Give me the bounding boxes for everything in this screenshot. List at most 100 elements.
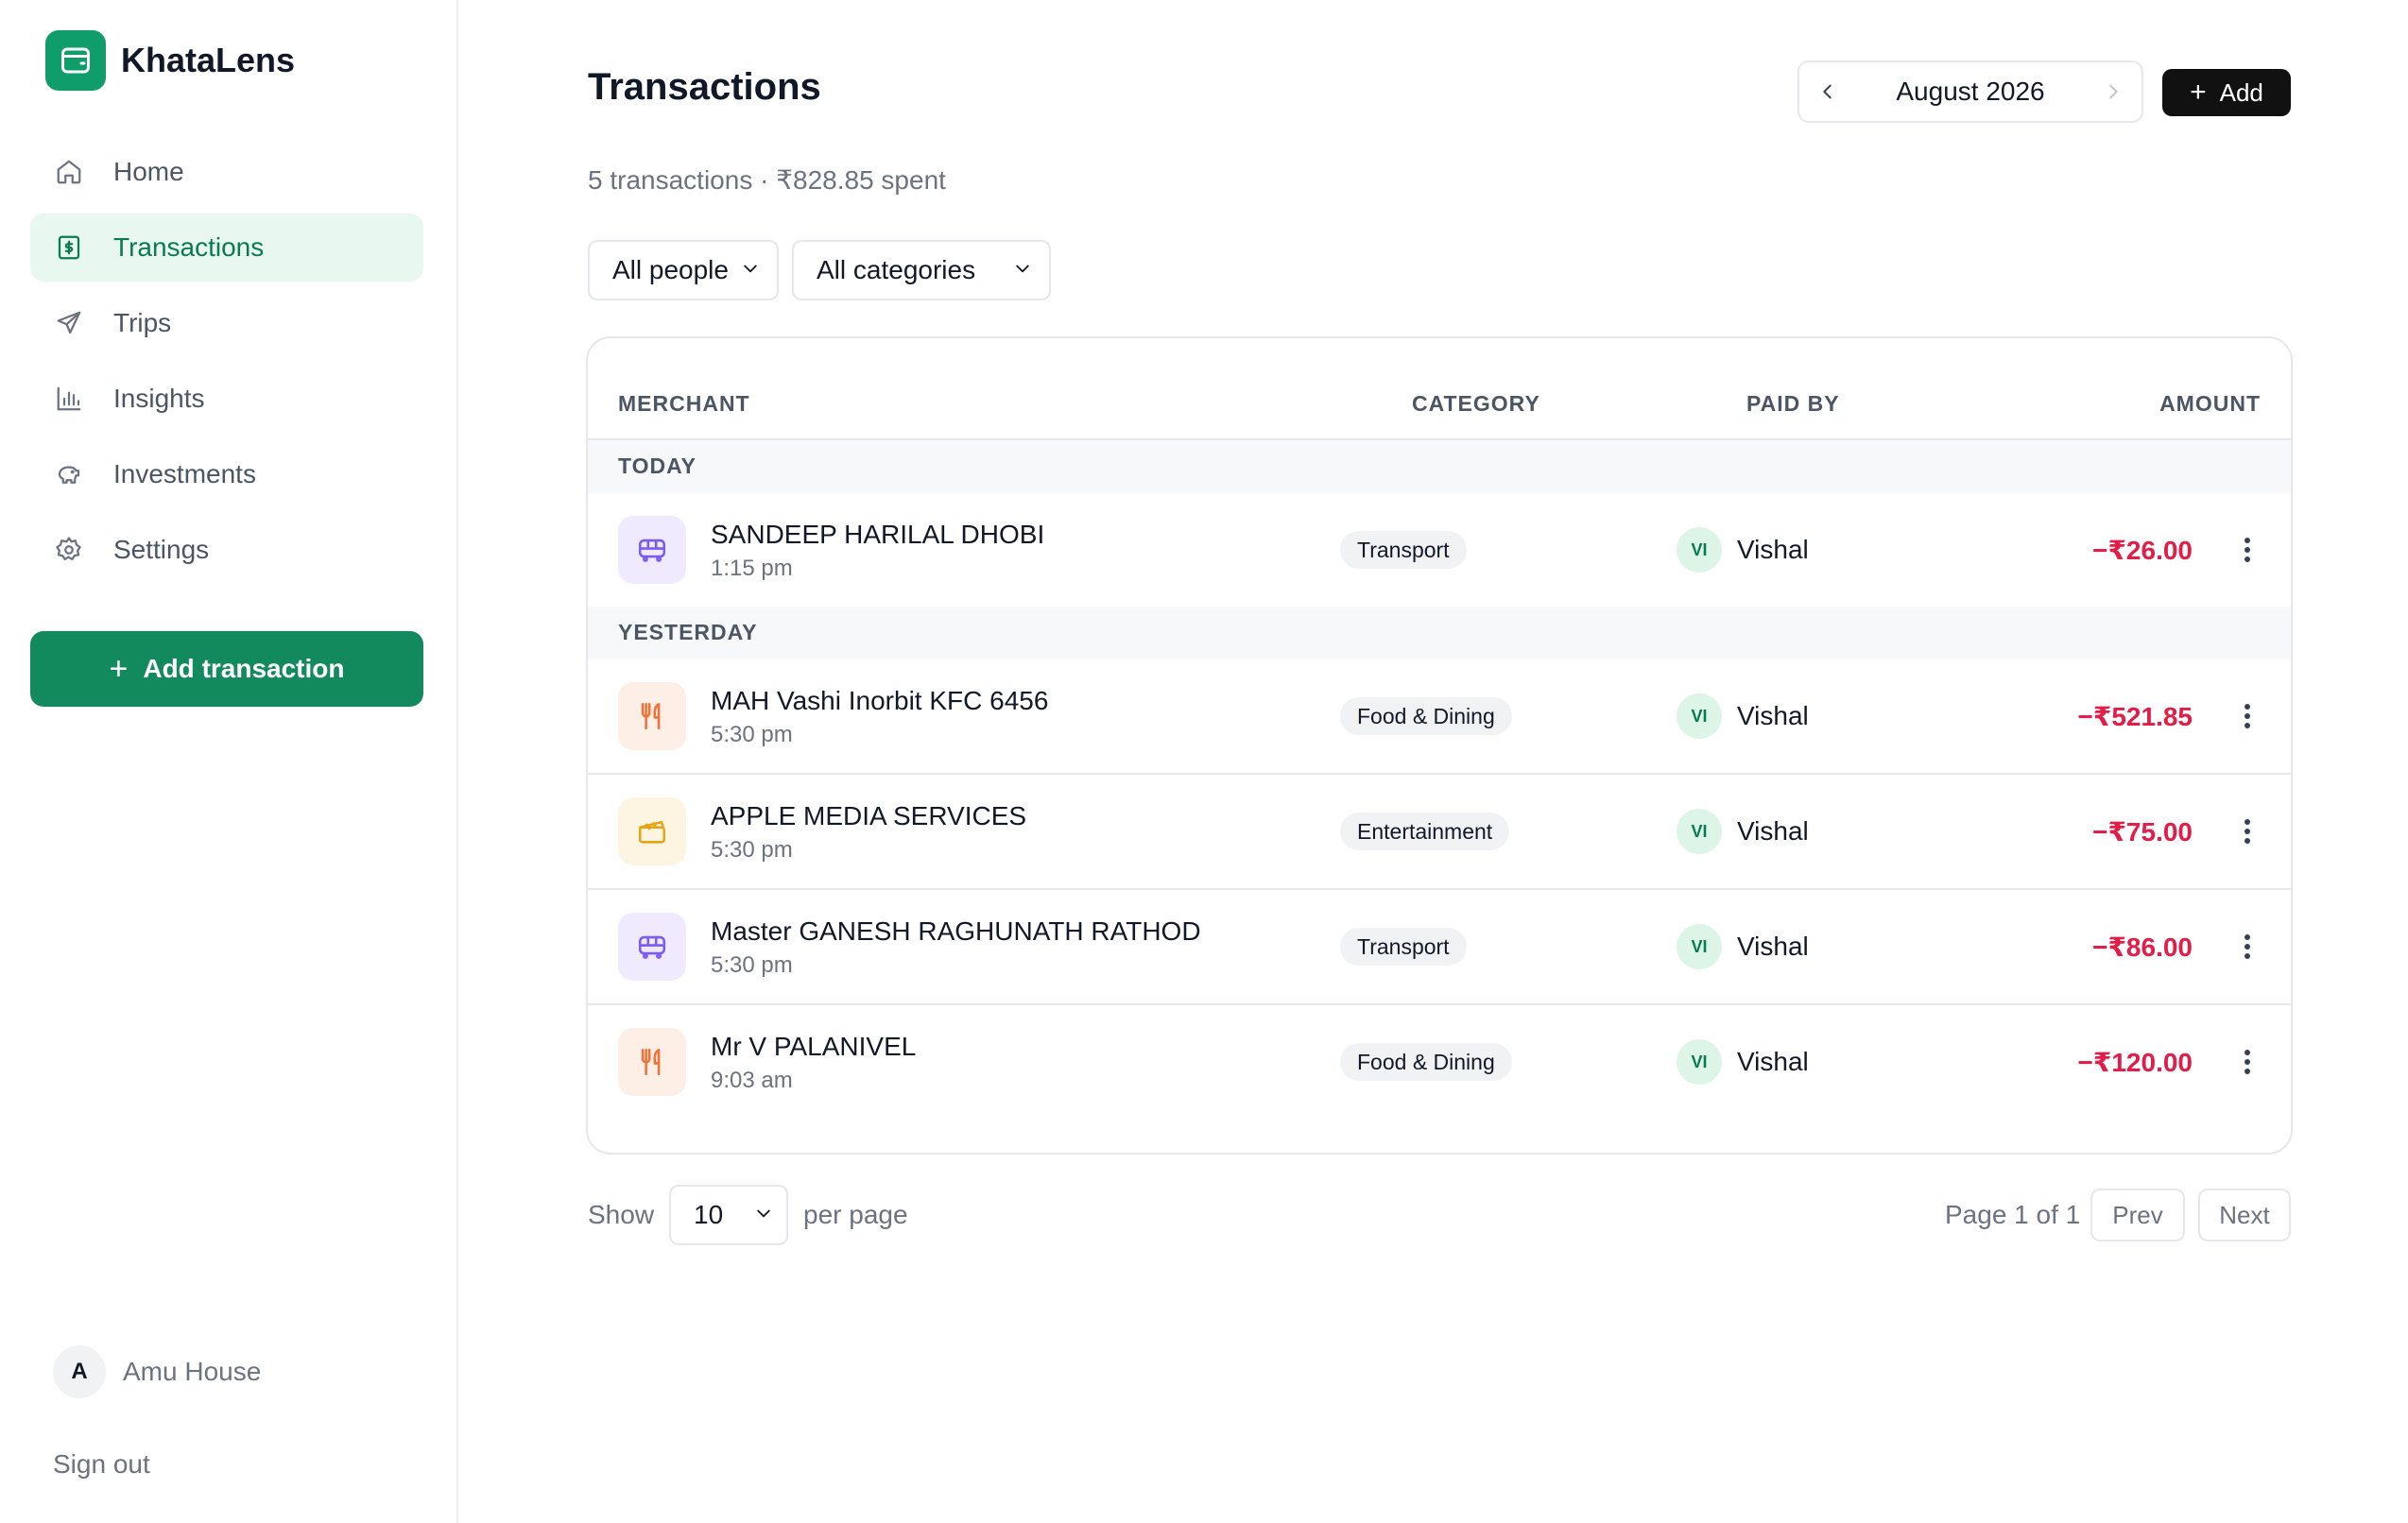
brand[interactable]: KhataLens xyxy=(45,30,295,91)
user-profile[interactable]: A Amu House xyxy=(53,1345,261,1398)
payer-name: Vishal xyxy=(1737,1047,1809,1076)
transaction-amount: −₹120.00 xyxy=(2077,1048,2193,1077)
table-row[interactable]: MAH Vashi Inorbit KFC 6456 5:30 pm Food … xyxy=(588,659,2291,775)
categories-filter-value: All categories xyxy=(817,255,976,284)
paid-by: VI Vishal xyxy=(1677,924,1809,969)
category-badge: Food & Dining xyxy=(1340,1043,1512,1081)
sidebar-item-trips[interactable]: Trips xyxy=(30,289,423,357)
chevron-right-icon[interactable] xyxy=(2085,62,2141,121)
transaction-time: 5:30 pm xyxy=(711,722,793,747)
payer-name: Vishal xyxy=(1737,932,1809,961)
avatar: A xyxy=(53,1345,106,1398)
people-filter-value: All people xyxy=(612,255,729,284)
bar-chart-icon xyxy=(53,383,85,415)
merchant-name: SANDEEP HARILAL DHOBI xyxy=(711,520,1045,549)
show-label: Show xyxy=(588,1200,655,1229)
per-page-value: 10 xyxy=(694,1200,724,1229)
chevron-down-icon xyxy=(1013,259,1032,282)
transaction-time: 5:30 pm xyxy=(711,837,793,863)
table-row[interactable]: Mr V PALANIVEL 9:03 am Food & Dining VI … xyxy=(588,1005,2291,1121)
sidebar-item-investments[interactable]: Investments xyxy=(30,440,423,508)
transaction-time: 5:30 pm xyxy=(711,952,793,978)
transaction-amount: −₹26.00 xyxy=(2092,536,2193,565)
clapperboard-icon xyxy=(618,797,686,865)
more-options-icon[interactable] xyxy=(2236,1043,2259,1081)
chevron-down-icon xyxy=(754,1204,773,1227)
page-title: Transactions xyxy=(588,66,821,108)
transaction-amount: −₹86.00 xyxy=(2092,933,2193,962)
category-badge: Food & Dining xyxy=(1340,697,1512,735)
wallet-icon xyxy=(45,30,106,91)
user-name: Amu House xyxy=(123,1357,262,1386)
sidebar-item-home[interactable]: Home xyxy=(30,138,423,206)
sidebar-item-label: Home xyxy=(113,157,184,186)
payer-name: Vishal xyxy=(1737,701,1809,730)
month-navigator: August 2026 xyxy=(1797,60,2143,123)
sidebar-item-label: Transactions xyxy=(113,232,265,262)
chevron-left-icon[interactable] xyxy=(1799,62,1856,121)
date-group-header: TODAY xyxy=(588,440,2291,493)
more-options-icon[interactable] xyxy=(2236,531,2259,569)
add-button[interactable]: + Add xyxy=(2162,69,2291,116)
paid-by: VI Vishal xyxy=(1677,693,1809,739)
gear-icon xyxy=(53,534,85,566)
sidebar-nav: Home Transactions Trips Insights Investm… xyxy=(30,138,423,591)
table-row[interactable]: Master GANESH RAGHUNATH RATHOD 5:30 pm T… xyxy=(588,890,2291,1005)
table-row[interactable]: SANDEEP HARILAL DHOBI 1:15 pm Transport … xyxy=(588,493,2291,607)
chevron-down-icon xyxy=(741,259,760,282)
payer-name: Vishal xyxy=(1737,816,1809,846)
add-transaction-button[interactable]: + Add transaction xyxy=(30,631,423,707)
receipt-icon xyxy=(53,231,85,264)
paid-by: VI Vishal xyxy=(1677,809,1809,854)
payer-avatar: VI xyxy=(1677,527,1722,573)
payer-avatar: VI xyxy=(1677,924,1722,969)
sidebar-item-transactions[interactable]: Transactions xyxy=(30,214,423,282)
payer-avatar: VI xyxy=(1677,809,1722,854)
transactions-table: MERCHANT CATEGORY PAID BY AMOUNT TODAY S… xyxy=(586,336,2293,1155)
date-group-label: TODAY xyxy=(618,453,697,478)
date-group-header: YESTERDAY xyxy=(588,607,2291,659)
category-badge: Transport xyxy=(1340,928,1467,966)
page-info: Page 1 of 1 xyxy=(1945,1200,2081,1229)
more-options-icon[interactable] xyxy=(2236,928,2259,966)
plus-icon: + xyxy=(2190,77,2207,108)
payer-avatar: VI xyxy=(1677,1039,1722,1085)
transaction-time: 9:03 am xyxy=(711,1068,793,1093)
date-group-label: YESTERDAY xyxy=(618,620,758,644)
next-page-button[interactable]: Next xyxy=(2198,1189,2291,1241)
sidebar-item-label: Investments xyxy=(113,459,256,488)
column-amount: AMOUNT xyxy=(2159,391,2261,416)
column-paid-by: PAID BY xyxy=(1746,391,1840,416)
people-filter-select[interactable]: All people xyxy=(588,240,779,300)
merchant-name: Master GANESH RAGHUNATH RATHOD xyxy=(711,916,1201,946)
prev-page-button[interactable]: Prev xyxy=(2090,1189,2185,1241)
bus-icon xyxy=(618,516,686,584)
categories-filter-select[interactable]: All categories xyxy=(792,240,1051,300)
transactions-summary: 5 transactions · ₹828.85 spent xyxy=(588,165,946,195)
merchant-name: MAH Vashi Inorbit KFC 6456 xyxy=(711,686,1049,715)
payer-avatar: VI xyxy=(1677,693,1722,739)
transaction-time: 1:15 pm xyxy=(711,556,793,581)
home-icon xyxy=(53,156,85,188)
paid-by: VI Vishal xyxy=(1677,527,1809,573)
column-merchant: MERCHANT xyxy=(618,391,750,416)
merchant-name: Mr V PALANIVEL xyxy=(711,1032,917,1061)
table-row[interactable]: APPLE MEDIA SERVICES 5:30 pm Entertainme… xyxy=(588,775,2291,890)
sidebar-item-insights[interactable]: Insights xyxy=(30,365,423,433)
add-transaction-label: Add transaction xyxy=(143,654,345,683)
category-badge: Entertainment xyxy=(1340,813,1510,850)
add-button-label: Add xyxy=(2219,77,2263,107)
current-month: August 2026 xyxy=(1896,77,2045,106)
plane-icon xyxy=(53,307,85,339)
fork-knife-icon xyxy=(618,1028,686,1096)
transaction-amount: −₹521.85 xyxy=(2077,702,2193,731)
per-page-select[interactable]: 10 xyxy=(669,1185,788,1245)
paid-by: VI Vishal xyxy=(1677,1039,1809,1085)
more-options-icon[interactable] xyxy=(2236,697,2259,735)
sidebar-item-settings[interactable]: Settings xyxy=(30,516,423,584)
sidebar: KhataLens Home Transactions Trips Insigh… xyxy=(0,0,458,1523)
sign-out-link[interactable]: Sign out xyxy=(53,1449,150,1480)
payer-name: Vishal xyxy=(1737,535,1809,564)
merchant-name: APPLE MEDIA SERVICES xyxy=(711,801,1027,830)
more-options-icon[interactable] xyxy=(2236,813,2259,850)
